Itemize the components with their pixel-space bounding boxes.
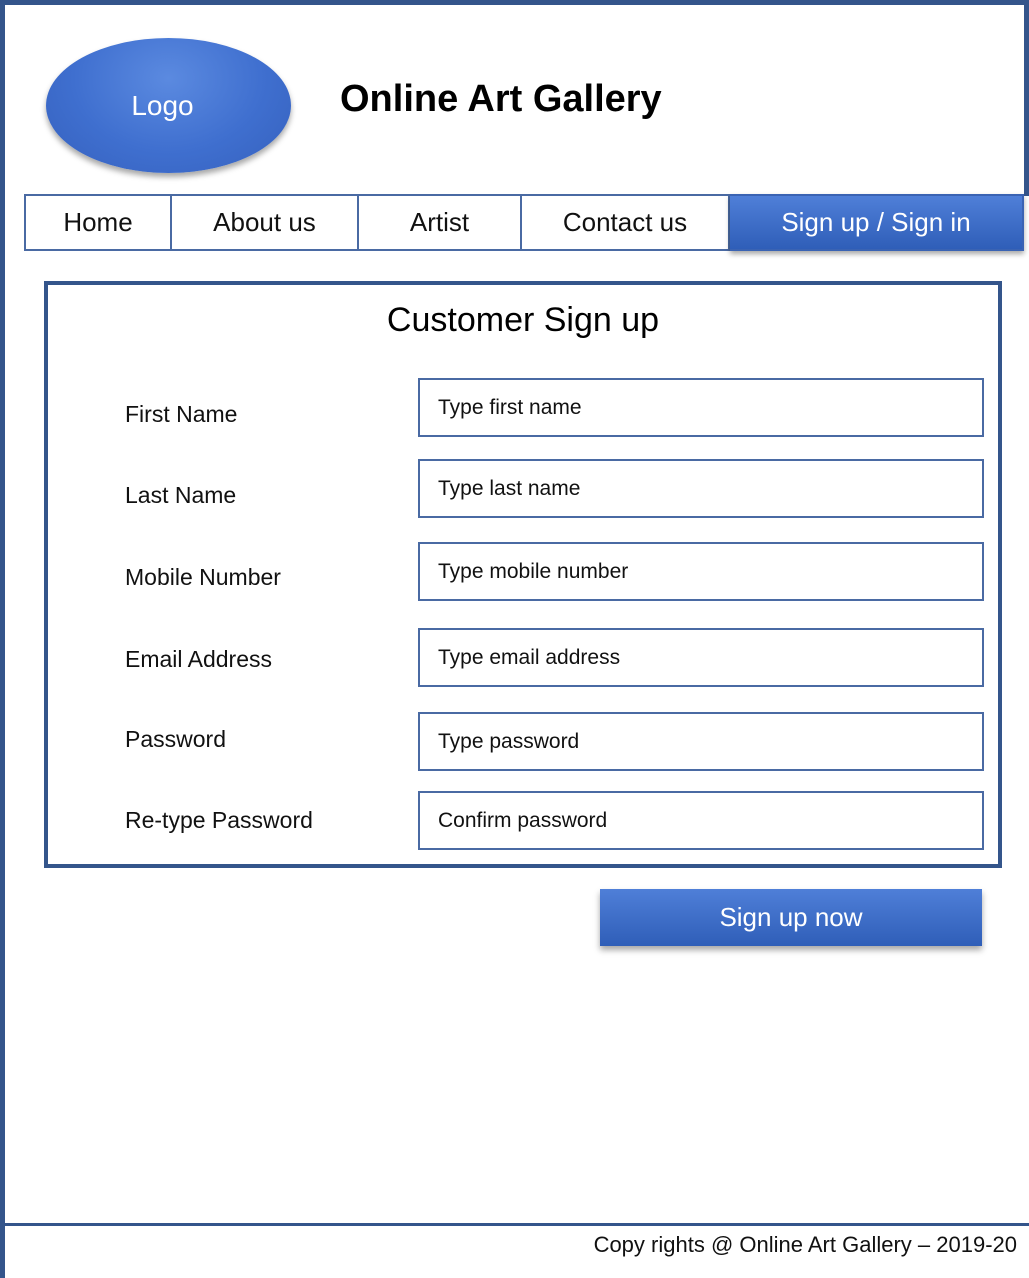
sign-up-now-button[interactable]: Sign up now: [600, 889, 982, 946]
nav-item-artist[interactable]: Artist: [359, 194, 522, 251]
nav-item-about-us[interactable]: About us: [172, 194, 359, 251]
logo-text: Logo: [131, 89, 194, 121]
last-name-label: Last Name: [125, 482, 237, 508]
first-name-label: First Name: [125, 401, 238, 427]
nav-item-contact-us[interactable]: Contact us: [522, 194, 730, 251]
copyright-text: Copy rights @ Online Art Gallery – 2019-…: [593, 1232, 1017, 1257]
confirm-password-input[interactable]: [418, 791, 984, 850]
mobile-number-label: Mobile Number: [125, 564, 281, 590]
page-frame-top: [0, 0, 1029, 5]
retype-password-label: Re-type Password: [125, 807, 313, 833]
password-input[interactable]: [418, 712, 984, 771]
last-name-input[interactable]: [418, 459, 984, 518]
page-frame-left: [0, 0, 5, 1278]
main-nav: Home About us Artist Contact us Sign up …: [24, 194, 1024, 251]
form-title: Customer Sign up: [386, 301, 660, 339]
first-name-input[interactable]: [418, 378, 984, 437]
email-address-label: Email Address: [125, 646, 273, 672]
footer-divider: [0, 1223, 1029, 1226]
email-address-input[interactable]: [418, 628, 984, 687]
password-label: Password: [125, 726, 226, 752]
signup-form-panel: Customer Sign up First Name Last Name Mo…: [44, 281, 1002, 946]
mobile-number-input[interactable]: [418, 542, 984, 601]
nav-item-sign-up-sign-in[interactable]: Sign up / Sign in: [730, 194, 1024, 251]
logo[interactable]: Logo: [46, 38, 291, 173]
site-title: Online Art Gallery: [340, 78, 662, 120]
nav-item-home[interactable]: Home: [24, 194, 172, 251]
page-frame-right: [1024, 0, 1029, 196]
